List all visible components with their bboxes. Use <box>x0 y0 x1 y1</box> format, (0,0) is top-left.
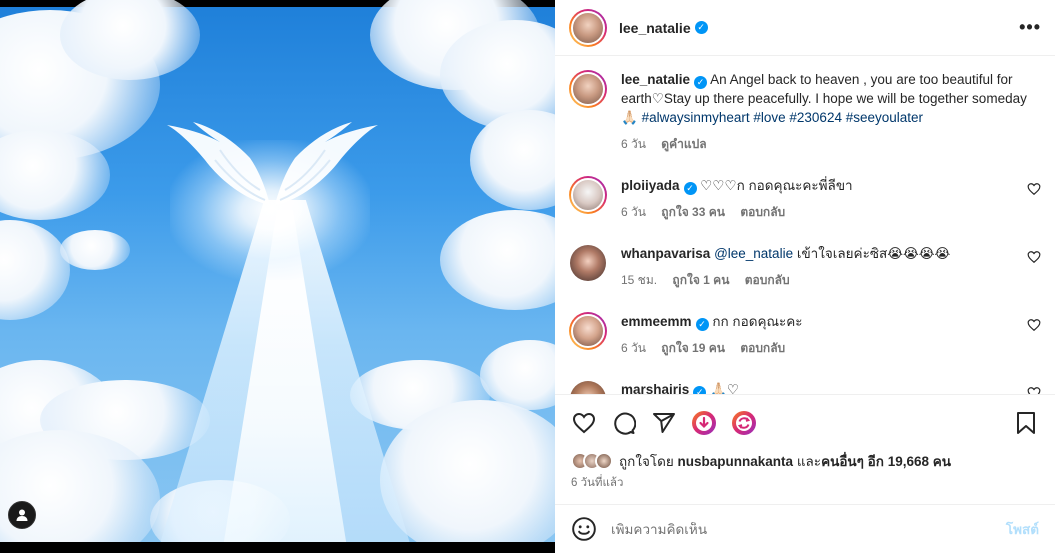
cloud <box>60 230 130 270</box>
comment-input[interactable] <box>611 521 1006 537</box>
comment-item: marshairis ✓ 🙏🏻♡ <box>569 380 1041 394</box>
comment-mention[interactable]: @lee_natalie <box>714 246 793 261</box>
caption-hashtags[interactable]: #alwaysinmyheart #love #230624 #seeyoula… <box>642 110 923 125</box>
user-tag-icon[interactable] <box>8 501 36 529</box>
caption-username[interactable]: lee_natalie <box>621 72 690 87</box>
comment-avatar[interactable] <box>569 312 607 350</box>
cloud <box>470 110 555 210</box>
comment-username[interactable]: ploiiyada <box>621 178 680 193</box>
author-username[interactable]: lee_natalie <box>619 20 691 36</box>
comment-username[interactable]: marshairis <box>621 382 689 394</box>
caption: lee_natalie ✓ An Angel back to heaven , y… <box>569 70 1041 154</box>
comments-list[interactable]: lee_natalie ✓ An Angel back to heaven , y… <box>555 56 1055 394</box>
bookmark-icon[interactable] <box>1013 410 1039 436</box>
comment-like-heart-icon[interactable] <box>1027 386 1041 394</box>
liked-by-prefix: ถูกใจโดย <box>619 454 674 469</box>
post-image[interactable] <box>0 0 555 553</box>
left-wing <box>167 122 270 205</box>
cloud <box>0 220 70 320</box>
liked-by-and: และ <box>796 454 822 469</box>
cloud <box>440 210 555 310</box>
comment-likes[interactable]: ถูกใจ 19 คน <box>661 341 725 355</box>
comment-avatar[interactable] <box>569 380 607 394</box>
caption-age: 6 วัน <box>621 137 646 151</box>
emoji-icon[interactable] <box>571 516 597 542</box>
comment-avatar[interactable] <box>569 244 607 282</box>
heart-icon[interactable] <box>571 410 597 436</box>
author-avatar[interactable] <box>569 8 607 47</box>
more-options-icon[interactable]: ••• <box>1019 17 1041 38</box>
likes-summary[interactable]: ถูกใจโดย nusbapunnakanta และคนอื่นๆ อีก … <box>571 450 951 472</box>
comment-item: emmeemm ✓ กก กอดคุณะคะ 6 วัน ถูกใจ 19 คน … <box>569 312 1041 358</box>
post-dialog: lee_natalie ✓ ••• lee_natalie ✓ An Angel … <box>0 0 1055 553</box>
comment-icon[interactable] <box>611 410 637 436</box>
comment-username[interactable]: whanpavarisa <box>621 246 710 261</box>
image-bottom-edge <box>0 542 555 553</box>
likes-others[interactable]: คนอื่นๆ อีก 19,668 คน <box>821 454 951 469</box>
comment-item: ploiiyada ✓ ♡♡♡ก กอดคุณะคะพี่ลีขา 6 วัน ถ… <box>569 176 1041 222</box>
comment-avatar[interactable] <box>569 176 607 214</box>
post-actions-bar <box>555 394 1055 450</box>
right-wing <box>275 122 378 205</box>
liker-avatar <box>595 452 613 470</box>
comment-text: 🙏🏻♡ <box>710 382 739 394</box>
repost-extension-icon[interactable] <box>731 410 757 436</box>
verified-badge-icon: ✓ <box>694 21 708 34</box>
reply-button[interactable]: ตอบกลับ <box>740 341 785 355</box>
share-icon[interactable] <box>651 410 677 436</box>
post-timestamp[interactable]: 6 วันที่แล้ว <box>571 474 623 492</box>
see-translation-link[interactable]: ดูคำแปล <box>661 137 706 151</box>
caption-avatar[interactable] <box>569 70 607 108</box>
comment-item: whanpavarisa @lee_natalie เข้าใจเลยค่ะซิ… <box>569 244 1041 290</box>
comment-age: 15 ชม. <box>621 273 658 287</box>
liker-avatars <box>571 452 613 470</box>
comment-likes[interactable]: ถูกใจ 1 คน <box>672 273 729 287</box>
comment-age: 6 วัน <box>621 341 646 355</box>
verified-badge-icon: ✓ <box>694 76 708 89</box>
post-side-panel: lee_natalie ✓ ••• lee_natalie ✓ An Angel … <box>555 0 1055 553</box>
post-comment-button[interactable]: โพสต์ <box>1006 518 1039 540</box>
verified-badge-icon: ✓ <box>683 182 697 195</box>
comment-username[interactable]: emmeemm <box>621 314 692 329</box>
first-liker[interactable]: nusbapunnakanta <box>678 454 794 469</box>
comment-text: เข้าใจเลยค่ะซิส😭😭😭😭 <box>793 246 951 261</box>
reply-button[interactable]: ตอบกลับ <box>740 205 785 219</box>
comment-likes[interactable]: ถูกใจ 33 คน <box>661 205 725 219</box>
comment-text: กก กอดคุณะคะ <box>712 314 803 329</box>
comment-like-heart-icon[interactable] <box>1027 182 1041 196</box>
cloud <box>480 340 555 410</box>
comment-like-heart-icon[interactable] <box>1027 250 1041 264</box>
add-comment-bar: โพสต์ <box>555 504 1055 553</box>
download-extension-icon[interactable] <box>691 410 717 436</box>
post-header: lee_natalie ✓ ••• <box>555 0 1055 56</box>
comment-like-heart-icon[interactable] <box>1027 318 1041 332</box>
comment-text: ♡♡♡ก กอดคุณะคะพี่ลีขา <box>700 178 853 193</box>
reply-button[interactable]: ตอบกลับ <box>745 273 790 287</box>
verified-badge-icon: ✓ <box>693 386 707 394</box>
verified-badge-icon: ✓ <box>695 318 709 331</box>
comment-age: 6 วัน <box>621 205 646 219</box>
